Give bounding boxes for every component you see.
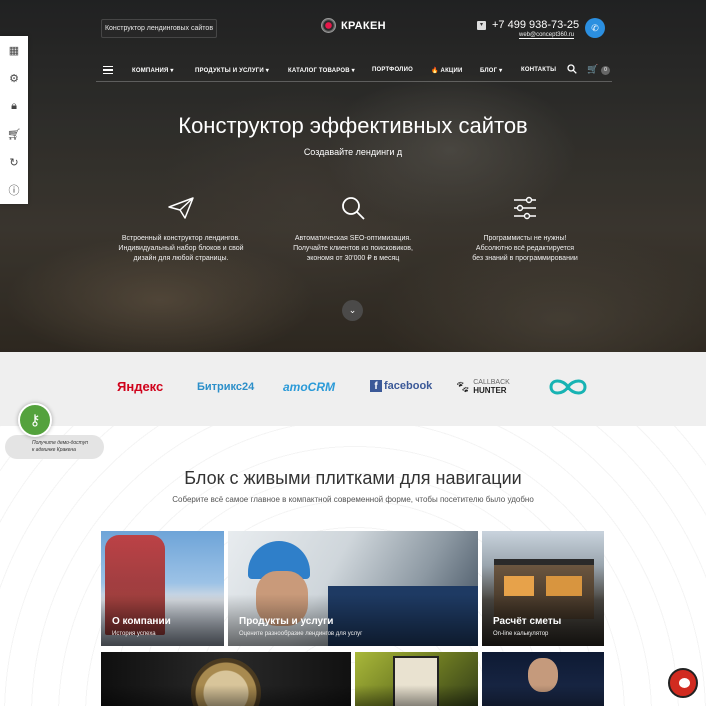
tiles-section: Блок с живыми плитками для навигации Соб… [0, 426, 706, 706]
partner-amocrm[interactable]: amoCRM [283, 380, 335, 394]
tile-image-window [504, 576, 534, 596]
search-icon [342, 197, 365, 220]
menu-icon[interactable] [103, 66, 113, 74]
side-tool-settings[interactable]: ⚙ [0, 64, 28, 92]
nav-item-products[interactable]: ПРОДУКТЫ И УСЛУГИ ▾ [195, 67, 269, 74]
grid-icon: ▦ [8, 44, 20, 57]
feature-text-line: Индивидуальный набор блоков и свой [118, 245, 244, 252]
tile-image-painting [393, 656, 439, 706]
side-tool-cart[interactable]: 🛒︎ [0, 120, 28, 148]
nav-item-portfolio[interactable]: ПОРТФОЛИО [372, 67, 413, 73]
tagline-button[interactable]: Конструктор лендинговых сайтов [101, 19, 217, 38]
tile-subtitle: История успеха [112, 631, 156, 637]
sliders-icon [514, 196, 536, 220]
paw-icon: 🐾︎ [455, 380, 471, 394]
facebook-icon: f [370, 380, 382, 392]
main-nav: КОМПАНИЯ ▾ ПРОДУКТЫ И УСЛУГИ ▾ КАТАЛОГ Т… [96, 60, 612, 82]
demo-text-line: к админке Кракена [32, 447, 76, 453]
side-tool-refresh[interactable]: ↻ [0, 148, 28, 176]
nav-item-blog[interactable]: БЛОГ ▾ [480, 67, 502, 74]
partner-yandex[interactable]: Яндекс [117, 379, 163, 394]
demo-text-line: Получите демо-доступ [32, 440, 88, 446]
demo-access-button[interactable]: ⚷ [18, 403, 52, 437]
feature-constructor: Встроенный конструктор лендингов. Индиви… [96, 196, 266, 264]
tile-products[interactable]: Продукты и услуги Оцените разнообразие л… [228, 531, 478, 646]
chevron-down-icon[interactable]: ▾ [477, 21, 486, 30]
feature-text-line: дизайн для любой страницы. [133, 255, 229, 262]
logo[interactable]: КРАКЕН [321, 18, 386, 33]
phone-icon: ✆ [591, 23, 599, 33]
key-icon: ⚷ [29, 412, 41, 429]
feature-text-line: Автоматическая SEO-оптимизация. [294, 235, 412, 242]
tile-art[interactable] [355, 652, 478, 706]
feature-text-line: Абсолютно всё редактируется [475, 245, 575, 252]
section-subtitle: Соберите всё самое главное в компактной … [172, 495, 534, 504]
side-tool-layout[interactable]: ▦ [0, 36, 28, 64]
partner-callbackhunter[interactable]: 🐾︎ CALLBACK HUNTER [455, 379, 510, 395]
feature-text-line: Получайте клиентов из поисковиков, [293, 245, 413, 252]
tile-subtitle: On-line калькулятор [493, 631, 549, 637]
feature-text-line: Программисты не нужны! [483, 235, 567, 242]
feature-text-line: Встроенный конструктор лендингов. [121, 235, 241, 242]
logo-text: КРАКЕН [341, 19, 386, 32]
side-toolbar: ▦ ⚙ 🔒︎ 🛒︎ ↻ ⓘ [0, 36, 28, 204]
tile-person[interactable] [482, 652, 604, 706]
feature-text-line: экономя от 30'000 ₽ в месяц [306, 255, 400, 262]
cart-icon[interactable]: 🛒 [587, 64, 598, 75]
page: Конструктор лендинговых сайтов КРАКЕН ▾ … [0, 0, 706, 706]
tile-image-helmet [248, 541, 310, 579]
tile-image-house [494, 559, 594, 619]
cart-count-badge: 0 [601, 66, 610, 75]
tile-image-window [546, 576, 582, 596]
partners-strip: Яндекс Битрикс24 amoCRM f facebook 🐾︎ CA… [0, 352, 706, 426]
tile-image-face [528, 658, 558, 692]
tile-title: Расчёт сметы [493, 616, 562, 627]
hero-banner: Конструктор лендинговых сайтов КРАКЕН ▾ … [0, 0, 706, 352]
nav-item-company[interactable]: КОМПАНИЯ ▾ [132, 67, 174, 74]
nav-item-contacts[interactable]: КОНТАКТЫ [521, 67, 556, 73]
demo-access-tooltip[interactable]: Получите демо-доступ к админке Кракена [5, 435, 104, 459]
paper-plane-icon [168, 197, 194, 219]
side-tool-lock[interactable]: 🔒︎ [0, 92, 28, 120]
hero-subtitle: Создавайте лендинги д [303, 147, 403, 157]
refresh-icon: ↻ [9, 156, 19, 169]
cart-icon: 🛒︎ [7, 128, 21, 141]
feature-text-line: без знаний в программировании [472, 255, 578, 262]
tile-title: О компании [112, 616, 171, 627]
tile-subtitle: Оцените разнообразие лендингов для услуг [239, 631, 363, 637]
tile-title: Продукты и услуги [239, 616, 334, 627]
partner-facebook-label: facebook [384, 380, 433, 392]
side-tool-info[interactable]: ⓘ [0, 176, 28, 204]
lock-icon: 🔒︎ [11, 99, 17, 112]
infinity-logo-icon[interactable] [547, 377, 589, 397]
info-icon: ⓘ [8, 185, 20, 197]
chevron-down-icon: ⌄ [348, 305, 357, 315]
logo-icon [321, 18, 336, 33]
nav-item-sales[interactable]: 🔥 АКЦИИ [431, 67, 463, 74]
search-icon[interactable] [567, 64, 577, 74]
phone-number[interactable]: +7 499 938-73-25 [492, 19, 579, 31]
tile-image-jacket [328, 586, 478, 646]
section-title: Блок с живыми плитками для навигации [184, 468, 522, 488]
nav-item-catalog[interactable]: КАТАЛОГ ТОВАРОВ ▾ [288, 67, 355, 74]
partner-bitrix[interactable]: Битрикс24 [197, 381, 254, 393]
tile-watches[interactable] [101, 652, 351, 706]
feature-seo: Автоматическая SEO-оптимизация. Получайт… [268, 196, 438, 264]
feature-no-code: Программисты не нужны! Абсолютно всё ред… [440, 196, 610, 264]
scroll-down-button[interactable]: ⌄ [342, 300, 363, 321]
hero-title: Конструктор эффективных сайтов [178, 113, 528, 138]
email-link[interactable]: web@concept360.ru [519, 32, 575, 39]
chat-widget-button[interactable] [668, 668, 698, 698]
gear-icon: ⚙ [9, 72, 19, 85]
tile-company[interactable]: О компании История успеха [101, 531, 224, 646]
partner-callback-bottom: HUNTER [473, 386, 507, 395]
tile-image-watch [191, 658, 261, 706]
tile-estimate[interactable]: Расчёт сметы On-line калькулятор [482, 531, 604, 646]
partner-facebook[interactable]: f facebook [370, 380, 432, 392]
callback-button[interactable]: ✆ [585, 18, 605, 38]
